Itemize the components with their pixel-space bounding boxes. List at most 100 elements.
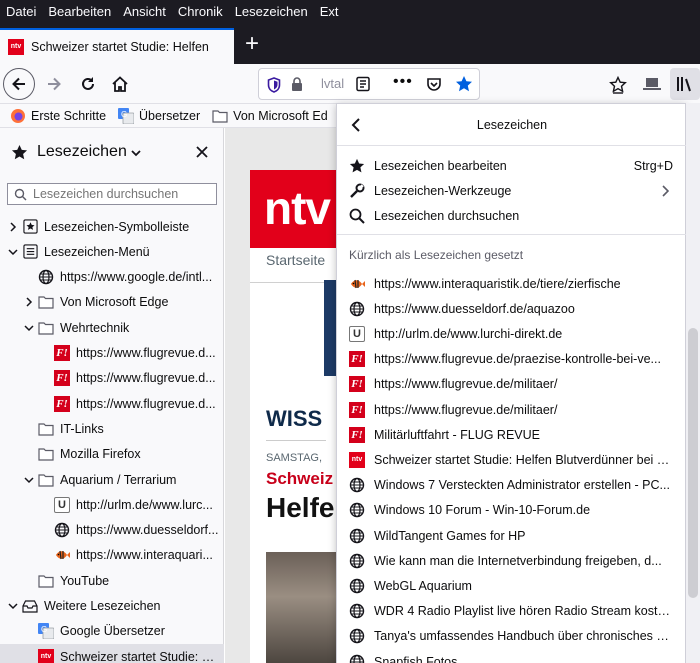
synced-tabs-icon[interactable] <box>642 76 662 92</box>
bookmark-label: WebGL Aquarium <box>374 578 472 593</box>
menu-lesezeichen[interactable]: Lesezeichen <box>229 4 314 19</box>
bookmark-label: Militärluftfahrt - FLUG REVUE <box>374 427 541 442</box>
nav-startseite-link[interactable]: Startseite <box>266 252 325 268</box>
sidebar-tree-item[interactable]: F! https://www.flugrevue.d... <box>0 391 224 416</box>
bookmark-label: Windows 7 Versteckten Administrator erst… <box>374 478 670 493</box>
recent-bookmark-item[interactable]: Uhttp://urlm.de/www.lurchi-direkt.de <box>337 321 687 346</box>
bookmark-folder-microsoft-edge[interactable]: Von Microsoft Ed <box>212 109 328 123</box>
scrollbar-thumb[interactable] <box>688 328 698 598</box>
sidebar-tree-item[interactable]: Lesezeichen-Menü <box>0 239 224 264</box>
flugrevue-favicon-icon: F! <box>349 426 365 443</box>
url-bar[interactable]: lvtal ••• <box>258 68 480 100</box>
menu-extras[interactable]: Ext <box>314 4 345 19</box>
bookmark-label: https://www.interaquaristik.de/tiere/zie… <box>374 276 621 291</box>
recent-bookmark-item[interactable]: F! Militärluftfahrt - FLUG REVUE <box>337 422 687 447</box>
bookmark-tools-item[interactable]: Lesezeichen-Werkzeuge <box>337 178 687 203</box>
ntv-favicon-icon: ntv <box>38 648 54 663</box>
sidebar-tree-item[interactable]: https://www.interaquari... <box>0 543 224 568</box>
new-tab-button[interactable]: + <box>240 32 264 56</box>
menu-datei[interactable]: Datei <box>0 4 42 19</box>
sidebar-tree-item[interactable]: F! https://www.flugrevue.d... <box>0 366 224 391</box>
tab-active[interactable]: ntv Schweizer startet Studie: Helfen <box>0 28 234 64</box>
forward-arrow-icon <box>48 77 61 91</box>
recent-bookmark-item[interactable]: Windows 10 Forum - Win-10-Forum.de <box>337 498 687 523</box>
page-actions-menu-icon[interactable]: ••• <box>393 73 413 91</box>
sidebar-search-box[interactable] <box>7 183 217 205</box>
sidebar-title[interactable]: Lesezeichen <box>37 143 127 161</box>
tree-item-label: Aquarium / Terrarium <box>60 472 177 487</box>
twisty-collapsed-icon[interactable] <box>7 221 19 233</box>
reload-button[interactable] <box>72 68 104 100</box>
tree-item-label: https://www.google.de/intl... <box>60 270 213 285</box>
sidebar-tree-item[interactable]: Wehrtechnik <box>0 315 224 340</box>
tree-item-label: https://www.flugrevue.d... <box>76 371 216 386</box>
sidebar-tree-item[interactable]: Lesezeichen-Symbolleiste <box>0 214 224 239</box>
home-button[interactable] <box>104 68 136 100</box>
sidebar-tree-item[interactable]: Von Microsoft Edge <box>0 290 224 315</box>
sidebar-tree-item[interactable]: YouTube <box>0 568 224 593</box>
bookmark-uebersetzer[interactable]: G Übersetzer <box>118 107 200 124</box>
menu-chronik[interactable]: Chronik <box>172 4 229 19</box>
sidebar-tree-item[interactable]: Weitere Lesezeichen <box>0 594 224 619</box>
twisty-collapsed-icon[interactable] <box>23 296 35 308</box>
close-icon[interactable] <box>196 146 208 158</box>
recent-bookmark-item[interactable]: F! https://www.flugrevue.de/militaer/ <box>337 397 687 422</box>
back-button[interactable] <box>3 68 35 100</box>
bookmark-star-filled-icon[interactable] <box>455 75 473 93</box>
twisty-expanded-icon[interactable] <box>23 474 35 486</box>
reader-view-icon[interactable] <box>355 76 371 92</box>
sidebar-tree-item[interactable]: Uhttp://urlm.de/www.lurc... <box>0 492 224 517</box>
recent-bookmark-item[interactable]: https://www.duesseldorf.de/aquazoo <box>337 296 687 321</box>
chevron-down-icon[interactable] <box>131 149 141 157</box>
menu-bearbeiten[interactable]: Bearbeiten <box>42 4 117 19</box>
wrench-icon <box>349 183 365 199</box>
recent-bookmark-item[interactable]: Snapfish Fotos <box>337 649 687 663</box>
sidebar-tree-item[interactable]: G Google Übersetzer <box>0 619 224 644</box>
article-headline[interactable]: Helfe <box>266 492 334 524</box>
sidebar-tree-item[interactable]: https://www.duesseldorf... <box>0 518 224 543</box>
globe-icon <box>38 269 54 285</box>
page-scrollbar[interactable] <box>686 103 700 663</box>
twisty-expanded-icon[interactable] <box>23 322 35 334</box>
sidebar-search-input[interactable] <box>33 187 213 201</box>
sidebar-tree-item[interactable]: Mozilla Firefox <box>0 442 224 467</box>
sidebar-tree-item[interactable]: F! https://www.flugrevue.d... <box>0 341 224 366</box>
forward-button[interactable] <box>38 68 70 100</box>
edit-bookmark-item[interactable]: Lesezeichen bearbeiten Strg+D <box>337 153 687 178</box>
recent-bookmark-item[interactable]: F! https://www.flugrevue.de/militaer/ <box>337 372 687 397</box>
separator <box>337 234 687 235</box>
bookmark-label: https://www.flugrevue.de/praezise-kontro… <box>374 352 661 367</box>
sidebar-tree-item[interactable]: https://www.google.de/intl... <box>0 265 224 290</box>
recent-bookmark-item[interactable]: WebGL Aquarium <box>337 573 687 598</box>
sidebar-tree-item[interactable]: Aquarium / Terrarium <box>0 467 224 492</box>
recent-bookmark-item[interactable]: Tanya's umfassendes Handbuch über chroni… <box>337 624 687 649</box>
tree-item-label: Lesezeichen-Menü <box>44 244 150 259</box>
star-icon <box>11 144 28 160</box>
recent-bookmark-item[interactable]: F! https://www.flugrevue.de/praezise-kont… <box>337 347 687 372</box>
recent-bookmark-item[interactable]: Windows 7 Versteckten Administrator erst… <box>337 473 687 498</box>
sidebar-tree-item[interactable]: ntv Schweizer startet Studie: H... <box>0 644 224 663</box>
lock-icon[interactable] <box>291 77 303 92</box>
recent-bookmark-item[interactable]: WildTangent Games for HP <box>337 523 687 548</box>
pocket-icon[interactable] <box>426 77 442 92</box>
twisty-expanded-icon[interactable] <box>7 600 19 612</box>
bookmark-erste-schritte[interactable]: Erste Schritte <box>10 108 106 124</box>
bookmark-label: https://www.flugrevue.de/militaer/ <box>374 402 558 417</box>
recent-bookmark-item[interactable]: https://www.interaquaristik.de/tiere/zie… <box>337 271 687 296</box>
recent-bookmark-item[interactable]: Wie kann man die Internetverbindung frei… <box>337 548 687 573</box>
bookmarks-menu-star-icon[interactable] <box>609 76 627 94</box>
sidebar-tree-item[interactable]: IT-Links <box>0 416 224 441</box>
section-title: WISS <box>266 406 323 431</box>
ntv-favicon-icon: ntv <box>8 39 24 55</box>
ntv-logo[interactable]: ntv <box>264 180 331 236</box>
twisty-expanded-icon[interactable] <box>7 246 19 258</box>
tree-item-label: YouTube <box>60 573 110 588</box>
tree-item-label: Schweizer startet Studie: H... <box>60 649 220 663</box>
recent-bookmark-item[interactable]: ntv Schweizer startet Studie: Helfen Blut… <box>337 447 687 472</box>
recent-bookmark-item[interactable]: WDR 4 Radio Playlist live hören Radio St… <box>337 599 687 624</box>
menu-ansicht[interactable]: Ansicht <box>117 4 172 19</box>
flugrevue-favicon-icon: F! <box>54 370 70 387</box>
library-button[interactable] <box>670 68 700 100</box>
search-bookmarks-item[interactable]: Lesezeichen durchsuchen <box>337 203 687 228</box>
tracking-protection-shield-icon[interactable] <box>267 77 281 93</box>
